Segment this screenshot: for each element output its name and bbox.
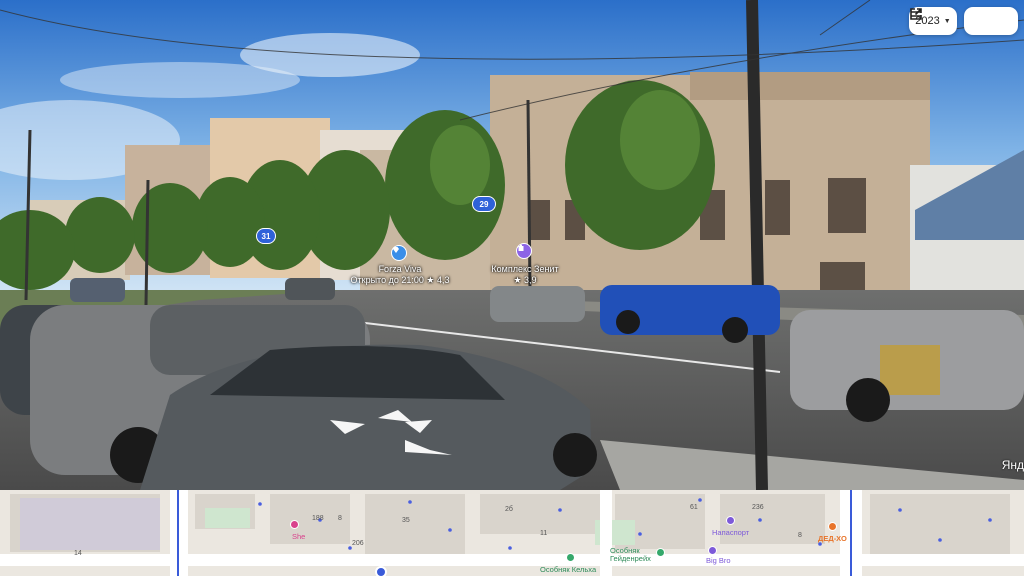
map-poi[interactable] bbox=[708, 546, 717, 555]
panel-actions bbox=[910, 7, 1018, 35]
map-number: 61 bbox=[690, 504, 698, 511]
map-poi-dot bbox=[726, 516, 735, 525]
map-number: 236 bbox=[752, 504, 764, 511]
map-poi-dot bbox=[566, 553, 575, 562]
map-poi-dot bbox=[656, 548, 665, 557]
poi-rating: ★ 3,9 bbox=[513, 275, 537, 285]
street-scene bbox=[0, 0, 1024, 490]
minimap[interactable]: 14 188 8 206 35 2б 11 61 236 8 She Напас… bbox=[0, 490, 1024, 576]
poi-status: Открыто до 21:00 bbox=[350, 275, 424, 285]
map-poi[interactable] bbox=[566, 553, 575, 562]
map-poi-label[interactable]: Напаспорт bbox=[712, 528, 749, 537]
map-poi-label[interactable]: She bbox=[292, 532, 305, 541]
building-icon bbox=[518, 244, 524, 251]
map-poi-label[interactable]: Особняк Кельха bbox=[540, 565, 596, 574]
chevron-down-icon: ▼ bbox=[943, 17, 951, 25]
poi-label-forza-viva[interactable]: Forza Viva Открыто до 21:00 ★ 4,3 bbox=[346, 264, 454, 286]
poi-pin-forza-viva[interactable] bbox=[391, 245, 407, 261]
map-poi-dot bbox=[828, 522, 837, 531]
map-poi-label[interactable]: ДЕД-ХО bbox=[818, 534, 847, 543]
map-number: 8 bbox=[798, 532, 802, 539]
map-number: 35 bbox=[402, 517, 410, 524]
poi-rating: ★ 4,3 bbox=[426, 275, 450, 285]
map-poi[interactable] bbox=[726, 516, 735, 525]
gem-icon bbox=[393, 247, 399, 253]
map-poi-dot bbox=[708, 546, 717, 555]
poi-name: Комплекс Зенит bbox=[491, 264, 559, 274]
map-poi-dot bbox=[290, 520, 299, 529]
map-poi-label[interactable]: Big Bro bbox=[706, 556, 731, 565]
map-number: 206 bbox=[352, 540, 364, 547]
poi-name: Forza Viva bbox=[378, 264, 422, 274]
top-controls: 2023 ▼ bbox=[909, 7, 1018, 35]
map-number: 8 bbox=[338, 515, 342, 522]
map-number: 2б bbox=[505, 506, 513, 513]
poi-label-kompleks-zenit[interactable]: Комплекс Зенит ★ 3,9 bbox=[484, 264, 566, 286]
poi-pin-kompleks-zenit[interactable] bbox=[516, 243, 532, 259]
minimap-canvas bbox=[0, 490, 1024, 576]
map-number: 11 bbox=[540, 530, 548, 537]
map-number: 14 bbox=[74, 550, 82, 557]
yandex-watermark: Янд bbox=[1001, 458, 1024, 472]
route-badge[interactable]: 31 bbox=[256, 228, 276, 244]
map-number: 188 bbox=[312, 515, 324, 522]
route-badge[interactable]: 29 bbox=[472, 196, 496, 212]
map-poi[interactable] bbox=[656, 548, 665, 557]
map-poi[interactable] bbox=[828, 522, 837, 531]
panorama-view[interactable]: 2023 ▼ 29 31 Forza Viva Открыто до 21:00… bbox=[0, 0, 1024, 490]
map-poi-label[interactable]: Особняк Гейденрейх bbox=[610, 547, 654, 563]
map-poi[interactable] bbox=[290, 520, 299, 529]
